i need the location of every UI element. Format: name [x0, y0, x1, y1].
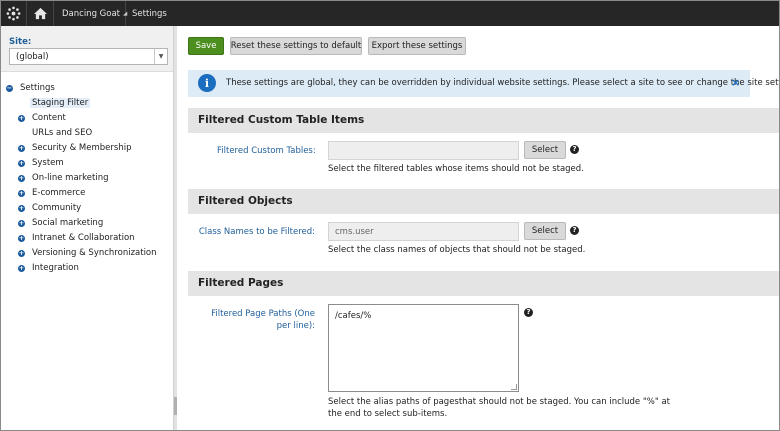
site-label: Site: — [9, 37, 32, 47]
info-icon: i — [198, 74, 216, 92]
collapse-icon[interactable]: − — [6, 85, 13, 92]
expand-icon[interactable]: + — [18, 160, 25, 167]
settings-sidebar: Site: (global) ▼ − Settings Staging Filter… — [1, 26, 173, 430]
tree-item-label: Intranet & Collaboration — [32, 233, 135, 243]
custom-tables-hint: Select the filtered tables whose items s… — [328, 164, 584, 174]
site-select[interactable]: (global) ▼ — [9, 48, 168, 65]
site-switcher[interactable]: Dancing Goat ◢ — [54, 1, 127, 26]
expand-icon[interactable]: + — [18, 190, 25, 197]
export-settings-button[interactable]: Export these settings — [368, 37, 466, 55]
help-icon[interactable]: ? — [570, 226, 579, 235]
site-selector-panel: Site: (global) ▼ — [1, 26, 173, 72]
section-title: Filtered Pages — [198, 277, 284, 289]
tree-item-label: Versioning & Synchronization — [32, 248, 157, 258]
tree-item-label: Integration — [32, 263, 79, 273]
tree-item-label: Content — [32, 113, 66, 123]
chevron-down-icon[interactable]: ▼ — [154, 49, 167, 64]
tree-item[interactable]: + E-commerce — [1, 187, 173, 201]
tree-item[interactable]: Staging Filter — [1, 97, 173, 111]
application-name: Settings — [132, 8, 167, 19]
home-icon-svg — [33, 7, 47, 20]
custom-tables-input[interactable] — [328, 141, 519, 160]
kentico-logo-icon-svg — [6, 6, 21, 21]
expand-icon[interactable]: + — [18, 175, 25, 182]
close-icon[interactable]: × — [731, 76, 740, 89]
expand-icon[interactable]: + — [18, 235, 25, 242]
home-icon[interactable] — [27, 1, 54, 26]
page-paths-value: /cafes/% — [335, 311, 372, 321]
kentico-logo-icon[interactable] — [1, 1, 27, 26]
site-select-value: (global) — [16, 51, 49, 62]
select-class-names-button[interactable]: Select — [524, 222, 566, 240]
tree-item-label: On-line marketing — [32, 173, 109, 183]
expand-icon[interactable]: + — [18, 205, 25, 212]
info-message-bar: i These settings are global, they can be… — [188, 70, 779, 97]
tree-item[interactable]: + Community — [1, 202, 173, 216]
tree-item-label: Security & Membership — [32, 143, 132, 153]
section-header-objects: Filtered Objects — [188, 189, 779, 214]
app-window: Dancing Goat ◢ Settings Site: (global) ▼… — [0, 0, 780, 431]
section-title: Filtered Custom Table Items — [198, 114, 365, 126]
class-names-input[interactable]: cms.user — [328, 222, 519, 241]
settings-content: Save Reset these settings to default Exp… — [177, 26, 779, 430]
tree-item[interactable]: + On-line marketing — [1, 172, 173, 186]
tree-item[interactable]: + Content — [1, 112, 173, 126]
tree-item-label: E-commerce — [32, 188, 86, 198]
application-breadcrumb[interactable]: Settings — [126, 1, 167, 26]
tree-item[interactable]: + Social marketing — [1, 217, 173, 231]
site-switcher-label: Dancing Goat — [62, 8, 120, 19]
expand-icon[interactable]: + — [18, 145, 25, 152]
help-icon[interactable]: ? — [570, 145, 579, 154]
section-header-custom-tables: Filtered Custom Table Items — [188, 108, 779, 133]
expand-icon[interactable]: + — [18, 265, 25, 272]
section-header-pages: Filtered Pages — [188, 271, 779, 296]
reset-to-default-button[interactable]: Reset these settings to default — [230, 37, 362, 55]
tree-item[interactable]: − Settings — [1, 82, 173, 96]
top-bar: Dancing Goat ◢ Settings — [1, 1, 779, 26]
field-label-class-names: Class Names to be Filtered: — [198, 227, 315, 237]
page-paths-textarea[interactable]: /cafes/% — [328, 304, 519, 392]
tree-item-label: Social marketing — [32, 218, 104, 228]
expand-icon[interactable]: + — [18, 220, 25, 227]
tree-item-label: Community — [32, 203, 82, 213]
tree-item[interactable]: + Versioning & Synchronization — [1, 247, 173, 261]
tree-item[interactable]: + Security & Membership — [1, 142, 173, 156]
tree-item-label: System — [32, 158, 64, 168]
class-names-hint: Select the class names of objects that s… — [328, 245, 586, 255]
info-message-text: These settings are global, they can be o… — [226, 78, 780, 88]
section-title: Filtered Objects — [198, 195, 293, 207]
save-button[interactable]: Save — [188, 37, 224, 55]
field-label-custom-tables: Filtered Custom Tables: — [217, 146, 316, 156]
resize-handle-icon[interactable] — [511, 384, 517, 390]
tree-item[interactable]: + System — [1, 157, 173, 171]
select-custom-tables-button[interactable]: Select — [524, 141, 566, 159]
tree-item-label: Settings — [20, 83, 55, 93]
tree-item-label: Staging Filter — [30, 98, 91, 108]
field-label-page-paths: Filtered Page Paths (One per line): — [211, 309, 315, 331]
tree-item[interactable]: + Intranet & Collaboration — [1, 232, 173, 246]
tree-item[interactable]: + Integration — [1, 262, 173, 276]
expand-icon[interactable]: + — [18, 250, 25, 257]
help-icon[interactable]: ? — [524, 308, 533, 317]
expand-icon[interactable]: + — [18, 115, 25, 122]
tree-item[interactable]: URLs and SEO — [1, 127, 173, 141]
tree-item-label: URLs and SEO — [32, 128, 93, 138]
page-paths-hint: Select the alias paths of pagesthat shou… — [328, 397, 670, 419]
